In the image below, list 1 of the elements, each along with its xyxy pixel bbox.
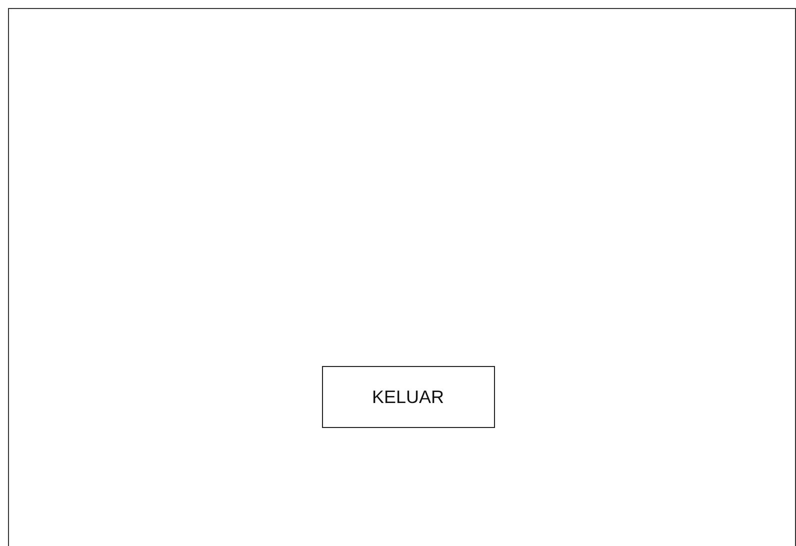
exit-button[interactable]: KELUAR [322, 366, 494, 428]
